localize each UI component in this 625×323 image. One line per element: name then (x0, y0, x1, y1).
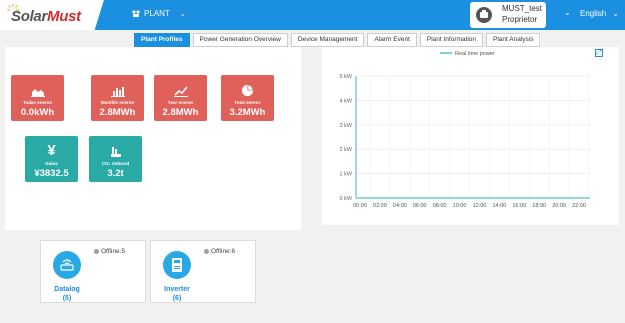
x-tick-label: 22:00 (572, 203, 586, 209)
x-tick-label: 06:00 (413, 203, 427, 209)
x-tick-label: 00:00 (353, 203, 367, 209)
y-tick-label: 0 kW (339, 196, 352, 202)
y-tick-label: 3 kW (339, 123, 352, 129)
y-tick-label: 2 kW (339, 147, 352, 153)
x-tick-label: 12:00 (473, 203, 487, 209)
status-dot (94, 249, 99, 254)
x-tick-label: 16:00 (512, 203, 526, 209)
inverter-icon-wrap (163, 251, 191, 279)
datalog-card[interactable]: Datalog (5) Offline:5 (40, 240, 146, 303)
datalog-name: Datalog (54, 286, 80, 293)
router-icon (60, 259, 74, 271)
status-dot (204, 249, 209, 254)
inverter-count: (6) (172, 295, 182, 302)
inverter-status: Offline:6 (204, 248, 235, 255)
y-tick-label: 5 kW (339, 74, 352, 80)
x-tick-label: 10:00 (453, 203, 467, 209)
x-tick-label: 18:00 (532, 203, 546, 209)
x-tick-label: 14:00 (492, 203, 506, 209)
inverter-name: Inverter (164, 286, 190, 293)
y-tick-label: 1 kW (339, 172, 352, 178)
legend-label: Real time power (455, 51, 495, 57)
x-tick-label: 04:00 (393, 203, 407, 209)
datalog-icon-wrap (53, 251, 81, 279)
inverter-card[interactable]: Inverter (6) Offline:6 (150, 240, 256, 303)
datalog-count: (5) (62, 295, 72, 302)
x-tick-label: 08:00 (433, 203, 447, 209)
y-tick-label: 4 kW (339, 98, 352, 104)
x-tick-label: 02:00 (373, 203, 387, 209)
x-tick-label: 20:00 (552, 203, 566, 209)
datalog-status: Offline:5 (94, 248, 125, 255)
inverter-icon (172, 258, 182, 272)
export-icon[interactable]: ⤢ (595, 49, 603, 57)
